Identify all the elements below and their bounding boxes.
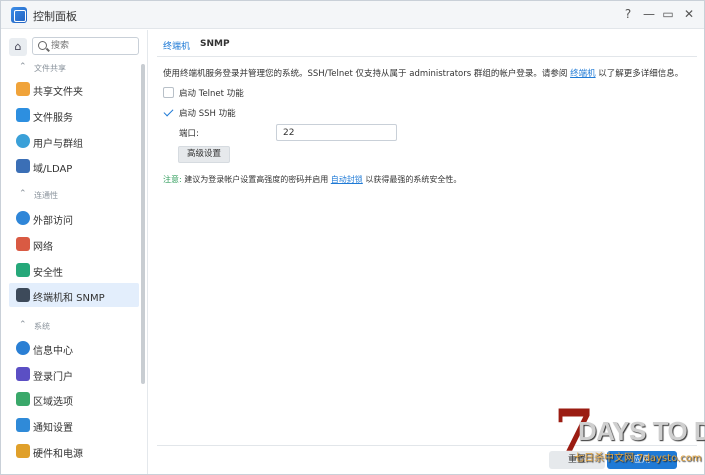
chevron-up-icon: ⌃ <box>19 189 27 199</box>
tab-terminal[interactable]: 终端机 <box>163 39 190 52</box>
footer-divider <box>157 445 697 446</box>
terminal-description: 使用终端机服务登录并管理您的系统。SSH/Telnet 仅支持从属于 admin… <box>163 69 684 79</box>
maximize-icon[interactable]: ▭ <box>660 6 676 22</box>
sidebar-item-network[interactable]: 网络 <box>9 232 139 256</box>
sidebar: ⌂ ⌃ 文件共享 共享文件夹 文件服务 用户与群组 域/LDAP ⌃ 连通性 <box>1 30 148 474</box>
title-bar: 控制面板 ? — ▭ ✕ <box>1 1 704 29</box>
users-icon <box>16 134 30 148</box>
window-title: 控制面板 <box>33 10 77 23</box>
search-input[interactable] <box>51 39 137 53</box>
info-icon <box>16 341 30 355</box>
sidebar-item-hardware-power[interactable]: 硬件和电源 <box>9 439 139 463</box>
group-header-connectivity[interactable]: ⌃ 连通性 <box>1 187 141 203</box>
tab-bar: 终端机 SNMP <box>157 30 697 57</box>
advanced-settings-button[interactable]: 高级设置 <box>178 146 230 163</box>
sidebar-item-file-services[interactable]: 文件服务 <box>9 103 139 127</box>
help-icon[interactable]: ? <box>620 6 636 22</box>
notification-icon <box>16 418 30 432</box>
reset-button[interactable]: 重置 <box>549 451 605 469</box>
auto-block-link[interactable]: 自动封锁 <box>331 175 363 184</box>
control-panel-window: 控制面板 ? — ▭ ✕ ⌂ ⌃ 文件共享 共享文件夹 文件服务 用户与群组 <box>0 0 705 475</box>
sidebar-item-regional-options[interactable]: 区域选项 <box>9 387 139 411</box>
ssh-label: 启动 SSH 功能 <box>179 109 236 119</box>
group-header-system[interactable]: ⌃ 系统 <box>1 318 141 334</box>
search-icon <box>38 41 47 50</box>
regional-icon <box>16 392 30 406</box>
apply-button[interactable]: 应用 <box>607 451 677 469</box>
security-note: 注意: 建议为登录帐户设置高强度的密码并启用 自动封锁 以获得最强的系统安全性。 <box>163 175 462 184</box>
port-input[interactable] <box>276 124 397 141</box>
port-label: 端口: <box>179 129 199 139</box>
main-panel: 终端机 SNMP 使用终端机服务登录并管理您的系统。SSH/Telnet 仅支持… <box>149 30 704 474</box>
sidebar-item-shared-folder[interactable]: 共享文件夹 <box>9 77 139 101</box>
file-service-icon <box>16 108 30 122</box>
sidebar-item-terminal-snmp[interactable]: 终端机和 SNMP <box>9 283 139 307</box>
ssh-checkbox[interactable] <box>163 107 174 118</box>
telnet-label: 启动 Telnet 功能 <box>179 89 244 99</box>
close-icon[interactable]: ✕ <box>681 6 697 22</box>
sidebar-item-domain-ldap[interactable]: 域/LDAP <box>9 154 139 178</box>
domain-icon <box>16 159 30 173</box>
group-header-file-sharing[interactable]: ⌃ 文件共享 <box>1 60 141 76</box>
home-icon[interactable]: ⌂ <box>9 38 27 56</box>
sidebar-item-external-access[interactable]: 外部访问 <box>9 206 139 230</box>
sidebar-scrollbar[interactable] <box>141 64 145 384</box>
sidebar-item-info-center[interactable]: 信息中心 <box>9 336 139 360</box>
terminal-help-link[interactable]: 终端机 <box>570 69 596 79</box>
shield-icon <box>16 263 30 277</box>
sidebar-item-login-portal[interactable]: 登录门户 <box>9 362 139 386</box>
network-icon <box>16 237 30 251</box>
login-portal-icon <box>16 367 30 381</box>
sidebar-item-notification[interactable]: 通知设置 <box>9 413 139 437</box>
search-box[interactable] <box>32 37 139 55</box>
sidebar-item-user-group[interactable]: 用户与群组 <box>9 129 139 153</box>
chevron-up-icon: ⌃ <box>19 320 27 330</box>
folder-icon <box>16 82 30 96</box>
chevron-up-icon: ⌃ <box>19 62 27 72</box>
telnet-checkbox[interactable] <box>163 87 174 98</box>
external-access-icon <box>16 211 30 225</box>
control-panel-icon <box>11 7 27 23</box>
minimize-icon[interactable]: — <box>641 6 657 22</box>
terminal-icon <box>16 288 30 302</box>
tab-snmp[interactable]: SNMP <box>200 39 230 49</box>
sidebar-item-security[interactable]: 安全性 <box>9 258 139 282</box>
hardware-icon <box>16 444 30 458</box>
